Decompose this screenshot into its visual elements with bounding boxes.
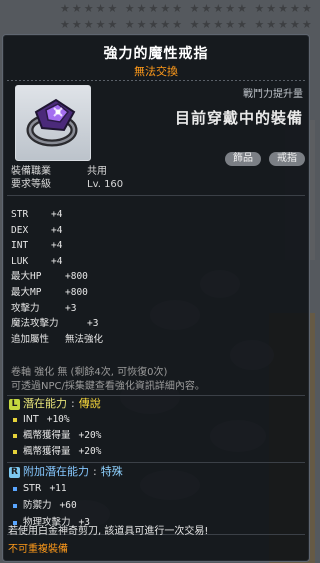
stat-value: +4: [51, 255, 63, 267]
additional-potential-header: R 附加潛在能力: 特殊: [9, 465, 123, 479]
category-tag: 戒指: [269, 152, 305, 166]
stat-label: STR: [11, 209, 29, 220]
no-reequip-note: 不可重複裝備: [8, 544, 68, 555]
additional-potential-value: +60: [59, 500, 77, 511]
stat-value: +3: [87, 318, 99, 330]
background-stars-row: ★★★★★ ★★★★★ ★★★★★ ★★★★★ ★★★★★: [60, 18, 315, 31]
stat-row: INT +4: [11, 238, 103, 254]
stat-label: LUK: [11, 255, 29, 267]
requirement-label: 裝備職業: [11, 166, 51, 177]
stat-value: 無法強化: [65, 333, 104, 345]
potential-label: 楓幣獲得量: [23, 446, 71, 457]
stat-row: 攻擊力 +3: [11, 301, 103, 317]
stat-value: +4: [51, 240, 63, 252]
potential-separator: :: [71, 397, 75, 410]
stat-row: 最大HP +800: [11, 269, 103, 285]
potential-value: +10%: [46, 414, 70, 425]
item-name: 強力的魔性戒指: [103, 46, 209, 62]
potential-line: INT +10%: [13, 413, 70, 427]
requirement-value: Lv. 160: [87, 179, 124, 190]
potential-header: L 潛在能力: 傳說: [9, 397, 101, 411]
additional-potential-separator: :: [93, 465, 97, 478]
potential-line: 楓幣獲得量 +20%: [13, 445, 101, 459]
additional-potential-grade: 特殊: [100, 465, 123, 478]
divider: [7, 80, 305, 81]
category-tag: 飾品: [225, 152, 261, 166]
upgrade-scroll-info: 卷軸 強化 無 (剩餘4次, 可恢復0次): [11, 367, 168, 378]
bullet-icon: [13, 433, 17, 438]
stat-row: 魔法攻擊力 +3: [11, 316, 103, 332]
divider: [7, 395, 305, 396]
requirements: 裝備職業 共用 要求等級 Lv. 160: [11, 165, 123, 191]
bullet-icon: [13, 486, 17, 491]
additional-potential-line: 防禦力 +60: [13, 499, 77, 513]
stat-row: LUK +4: [11, 254, 103, 270]
stat-label: 攻擊力: [11, 302, 40, 314]
potential-line: 楓幣獲得量 +20%: [13, 429, 101, 443]
ring-icon: [26, 98, 78, 147]
additional-potential-label: STR: [23, 483, 42, 494]
scissors-note: 若使用白金神奇剪刀, 該道具可進行一次交易!: [8, 526, 209, 537]
upgrade-info: 卷軸 強化 無 (剩餘4次, 可恢復0次) 可透過NPC/採集鍵查看強化資訊詳細…: [11, 366, 205, 394]
stat-label: 最大MP: [11, 286, 42, 298]
bullet-icon: [13, 503, 17, 508]
additional-potential-title: 附加潛在能力: [23, 465, 89, 478]
requirement-label: 要求等級: [11, 179, 51, 190]
combat-power-label: 戰鬥力提升量: [243, 89, 303, 100]
stat-value: +3: [65, 302, 77, 314]
additional-potential-value: +11: [49, 483, 67, 494]
requirement-row: 裝備職業 共用: [11, 165, 123, 178]
background-stars-row: ★★★★★ ★★★★★ ★★★★★ ★★★★★ ★★★★★: [60, 2, 315, 15]
divider: [7, 462, 305, 463]
stat-label: DEX: [11, 224, 29, 236]
item-icon-frame: [15, 85, 91, 161]
item-tooltip: 強力的魔性戒指 無法交換 戰鬥力提升量 目前穿戴中的裝備 飾品 戒指 裝備職業 共…: [2, 34, 310, 562]
stat-row: DEX +4: [11, 223, 103, 239]
combat-power-value: 目前穿戴中的裝備: [174, 109, 303, 127]
bullet-icon: [13, 417, 17, 422]
potential-label: INT: [23, 414, 39, 425]
potential-value: +20%: [78, 446, 102, 457]
additional-potential-line: STR +11: [13, 482, 67, 496]
potential-title: 潛在能力: [23, 397, 67, 410]
potential-value: +20%: [78, 430, 102, 441]
stat-row: 最大MP +800: [11, 285, 103, 301]
stat-list: STR +4 DEX +4 INT +4 LUK +4 最大HP +800 最大MP +80…: [11, 207, 103, 347]
item-tradability: 無法交換: [134, 65, 178, 78]
stat-row: STR +4: [11, 207, 103, 223]
stat-value: +800: [65, 286, 88, 298]
stat-label: 追加屬性: [11, 333, 50, 345]
potential-label: 楓幣獲得量: [23, 430, 71, 441]
bullet-icon: [13, 449, 17, 454]
special-badge-icon: R: [9, 466, 20, 478]
stat-label: INT: [11, 240, 29, 252]
stat-label: 最大HP: [11, 271, 42, 283]
requirement-value: 共用: [87, 166, 107, 177]
stat-value: +4: [51, 209, 63, 220]
divider: [7, 195, 305, 196]
stat-label: 魔法攻擊力: [11, 318, 59, 330]
stat-row: 追加屬性 無法強化: [11, 332, 103, 348]
requirement-row: 要求等級 Lv. 160: [11, 178, 123, 191]
upgrade-help-text: 可透過NPC/採集鍵查看強化資訊詳細內容。: [11, 381, 205, 392]
potential-grade: 傳說: [78, 397, 101, 410]
additional-potential-label: 防禦力: [23, 500, 52, 511]
legendary-badge-icon: L: [9, 398, 20, 410]
stat-value: +4: [51, 224, 63, 236]
stat-value: +800: [65, 271, 88, 283]
